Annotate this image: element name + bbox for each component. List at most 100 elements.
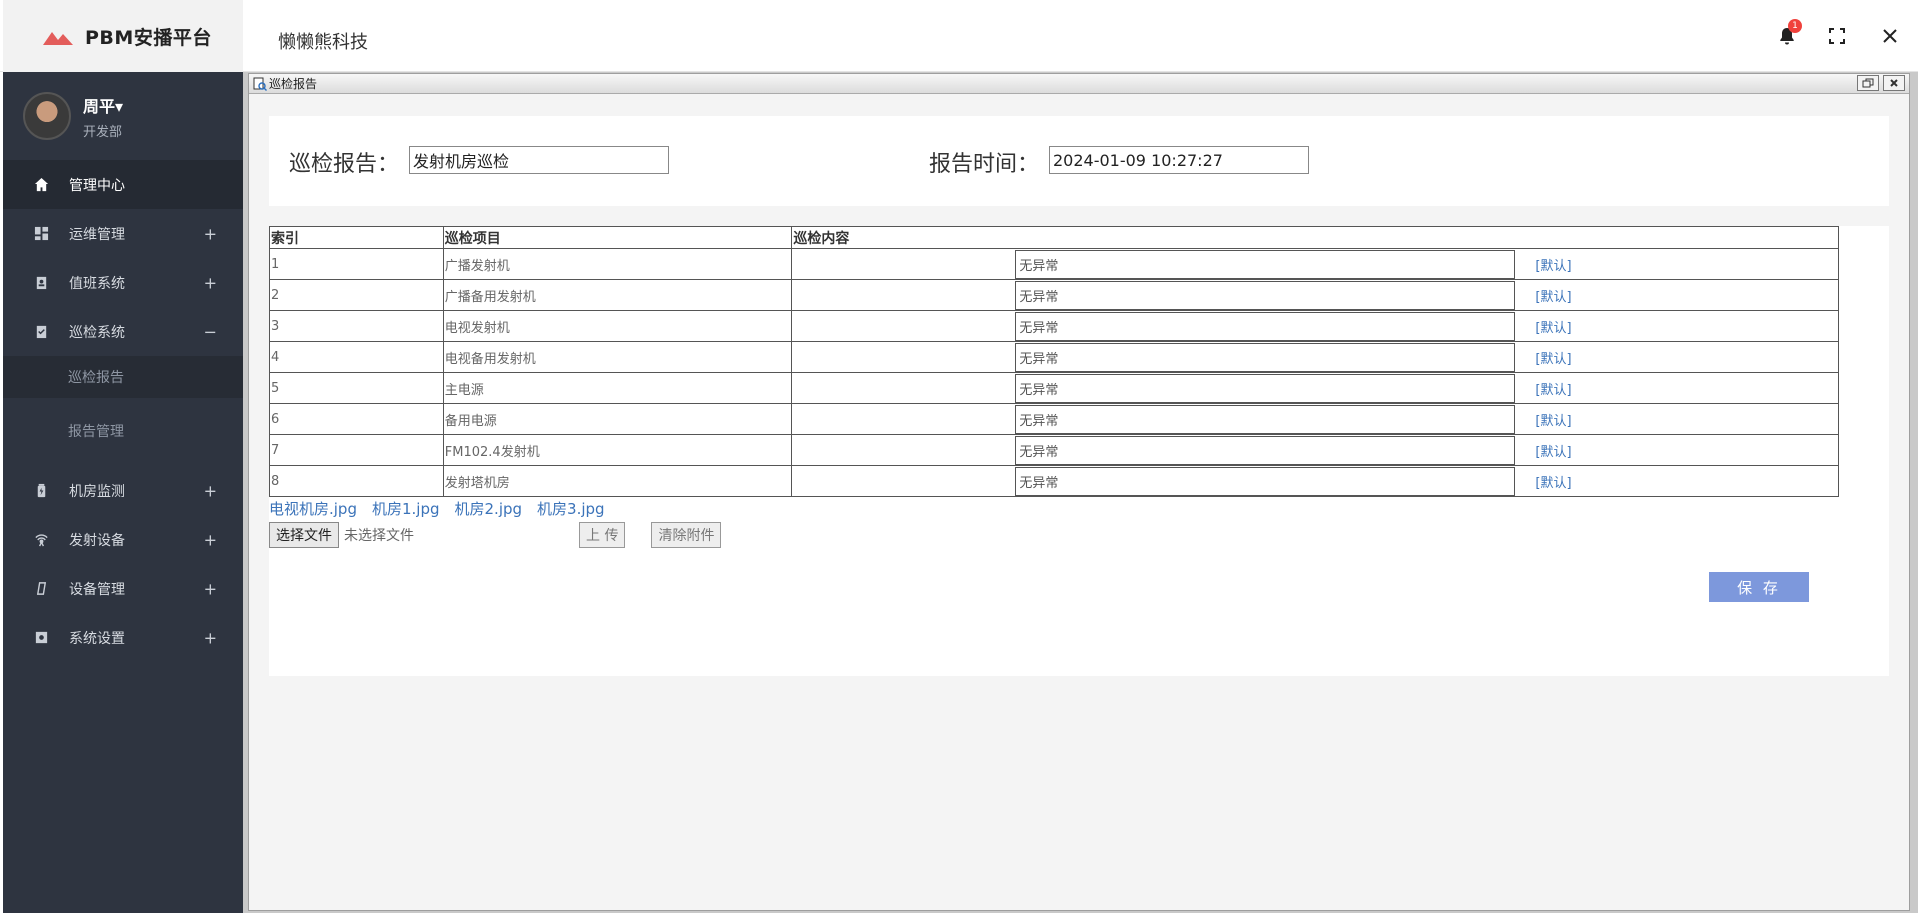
inspection-content-input[interactable] [1015, 311, 1516, 341]
save-button[interactable]: 保 存 [1709, 572, 1809, 602]
sidebar-item-transmitter[interactable]: 发射设备 + [3, 515, 243, 564]
table-row: 6备用电源 [默认] [269, 403, 1839, 435]
row-content-cell: [默认] [791, 434, 1839, 466]
mountain-logo-icon [43, 32, 73, 45]
row-item: 主电源 [442, 372, 793, 404]
expand-icon: + [203, 224, 217, 243]
table-header-row: 索引 巡检项目 巡检内容 [269, 226, 1839, 249]
inspection-table-body: 1广播发射机[默认]2广播备用发射机[默认]3电视发射机[默认]4电视备用发射机… [269, 248, 1839, 497]
default-link[interactable]: [默认] [1515, 317, 1571, 336]
collapse-icon: − [203, 322, 217, 341]
default-link[interactable]: [默认] [1515, 348, 1571, 367]
notification-button[interactable]: 1 [1762, 0, 1812, 72]
row-index: 1 [269, 248, 444, 280]
restore-button[interactable] [1857, 75, 1879, 91]
table-row: 5主电源 [默认] [269, 372, 1839, 404]
window-title-bar: 巡检报告 [249, 74, 1909, 94]
antenna-icon [33, 532, 49, 548]
default-link[interactable]: [默认] [1515, 286, 1571, 305]
sidebar-item-dashboard[interactable]: 管理中心 [3, 160, 243, 209]
sidebar-item-settings[interactable]: 系统设置 + [3, 613, 243, 662]
sidebar-subitem-inspection-report[interactable]: 巡检报告 [3, 356, 243, 398]
window-close-button[interactable] [1883, 75, 1905, 91]
report-time-input[interactable] [1049, 146, 1309, 174]
inspection-content-input[interactable] [1015, 373, 1516, 403]
sidebar-item-room-monitor[interactable]: 机房监测 + [3, 466, 243, 515]
report-time-label: 报告时间： [929, 152, 1040, 177]
row-item: 电视备用发射机 [442, 341, 793, 373]
default-link[interactable]: [默认] [1515, 379, 1571, 398]
user-name[interactable]: 周平▾ [83, 93, 123, 117]
sidebar-item-label: 系统设置 [69, 630, 125, 647]
inspection-submenu: 巡检报告 [3, 356, 243, 398]
attachment-link[interactable]: 电视机房.jpg [269, 500, 357, 518]
no-file-text: 未选择文件 [344, 528, 414, 544]
row-item: FM102.4发射机 [442, 434, 793, 466]
table-row: 2广播备用发射机 [默认] [269, 279, 1839, 311]
sidebar-item-inspection[interactable]: 巡检系统 − [3, 307, 243, 356]
default-link[interactable]: [默认] [1515, 410, 1571, 429]
report-search-icon [253, 77, 267, 91]
attachment-link[interactable]: 机房1.jpg [372, 500, 440, 518]
row-index: 5 [269, 372, 444, 404]
inspection-content-input[interactable] [1015, 466, 1516, 496]
sidebar-item-label: 管理中心 [69, 177, 125, 194]
restore-icon [1862, 78, 1874, 88]
inspection-content-input[interactable] [1015, 280, 1516, 310]
attachment-link[interactable]: 机房3.jpg [537, 500, 605, 518]
inspection-content-input[interactable] [1015, 342, 1516, 372]
upload-row: 选择文件 未选择文件 上 传 清除附件 [269, 522, 722, 548]
fullscreen-button[interactable] [1812, 0, 1862, 72]
report-header-panel: 巡检报告： 报告时间： [269, 116, 1889, 206]
row-content-cell: [默认] [791, 248, 1839, 280]
choose-file-button[interactable]: 选择文件 [269, 522, 339, 548]
close-icon [1890, 79, 1898, 87]
clear-attachments-button[interactable]: 清除附件 [651, 522, 722, 548]
expand-icon: + [203, 628, 217, 647]
window-controls [1857, 75, 1905, 91]
inspection-content-input[interactable] [1015, 249, 1516, 279]
sidebar-item-devices[interactable]: 设备管理 + [3, 564, 243, 613]
clipboard-check-icon [33, 324, 49, 340]
table-row: 8发射塔机房 [默认] [269, 465, 1839, 497]
default-link[interactable]: [默认] [1515, 441, 1571, 460]
column-header-index: 索引 [269, 226, 444, 249]
row-index: 7 [269, 434, 444, 466]
row-item: 广播备用发射机 [442, 279, 793, 311]
badge-icon [33, 275, 49, 291]
inspection-content-input[interactable] [1015, 435, 1516, 465]
brand-name: PBM安播平台 [85, 26, 212, 49]
fullscreen-icon [1829, 28, 1845, 44]
row-content-cell: [默认] [791, 310, 1839, 342]
attachment-list: 电视机房.jpg 机房1.jpg 机房2.jpg 机房3.jpg [269, 498, 620, 519]
sidebar-item-ops[interactable]: 运维管理 + [3, 209, 243, 258]
attachment-link[interactable]: 机房2.jpg [455, 500, 523, 518]
report-name-label: 巡检报告： [289, 152, 400, 177]
inspection-content-input[interactable] [1015, 404, 1516, 434]
table-row: 7FM102.4发射机 [默认] [269, 434, 1839, 466]
close-button[interactable] [1862, 0, 1918, 72]
sidebar-subitem-report-management[interactable]: 报告管理 [3, 408, 243, 454]
inspection-table: 索引 巡检项目 巡检内容 1广播发射机[默认]2广播备用发射机[默认]3电视发射… [269, 226, 1839, 497]
row-content-cell: [默认] [791, 279, 1839, 311]
main-area: 巡检报告 巡检报告： 报告时间： 索引 [243, 72, 1918, 913]
report-name-input[interactable] [409, 146, 669, 174]
company-name: 懒懒熊科技 [278, 32, 368, 53]
avatar[interactable] [23, 92, 71, 140]
sidebar-item-duty[interactable]: 值班系统 + [3, 258, 243, 307]
default-link[interactable]: [默认] [1515, 255, 1571, 274]
column-header-item: 巡检项目 [442, 226, 793, 249]
sidebar-item-label: 巡检系统 [69, 324, 125, 341]
default-link[interactable]: [默认] [1515, 472, 1571, 491]
row-index: 8 [269, 465, 444, 497]
table-row: 4电视备用发射机 [默认] [269, 341, 1839, 373]
row-index: 3 [269, 310, 444, 342]
brand: PBM安播平台 [3, 0, 243, 72]
notification-badge: 1 [1788, 19, 1802, 33]
top-bar: PBM安播平台 懒懒熊科技 1 [0, 0, 1918, 72]
home-icon [33, 177, 49, 193]
battery-icon [33, 483, 49, 499]
sidebar-item-label: 运维管理 [69, 226, 125, 243]
row-item: 电视发射机 [442, 310, 793, 342]
upload-button[interactable]: 上 传 [579, 522, 626, 548]
